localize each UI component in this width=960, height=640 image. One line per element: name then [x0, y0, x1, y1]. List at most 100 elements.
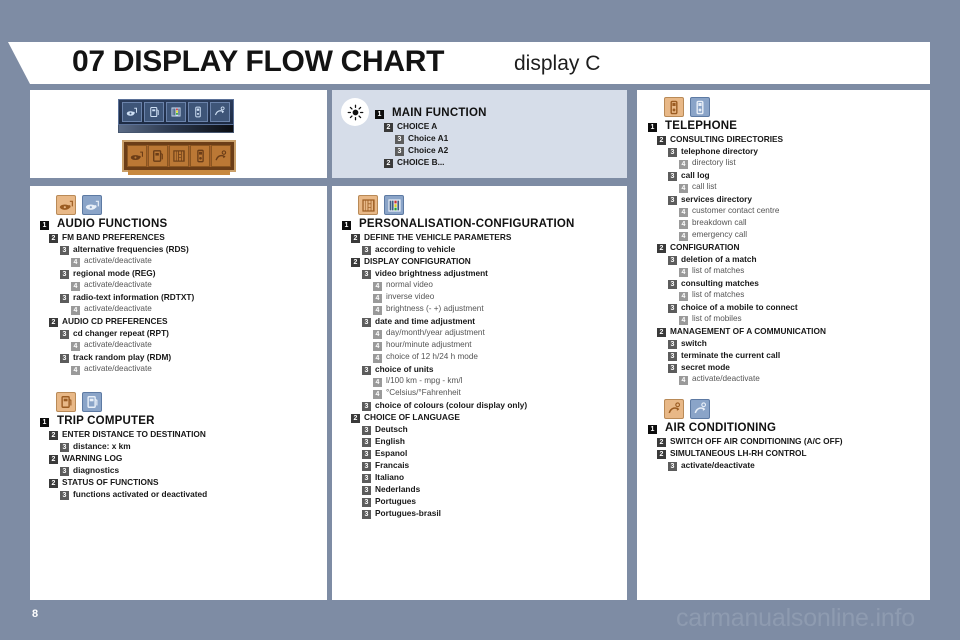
tree-item-label: radio-text information (RDTXT): [73, 291, 195, 302]
tree-item-level-4: 4 customer contact centre: [679, 206, 928, 217]
page-subtitle: display C: [514, 52, 601, 75]
tree-item-level-4: 4 l/100 km - mpg - km/l: [373, 376, 627, 387]
tree-item-label: choice of colours (colour display only): [375, 399, 528, 410]
section-air-conditioning: 1 AIR CONDITIONING 2 SWITCH OFF AIR CONDITI…: [648, 399, 928, 471]
tree-item-level-3: 3 Portugues-brasil: [362, 508, 627, 519]
tree-item-level-3: 3 switch: [668, 338, 928, 349]
air-conditioning-icon-pair: [664, 399, 928, 419]
tree-item-level-2: 2 SIMULTANEOUS LH-RH CONTROL: [657, 448, 928, 459]
tree-item-level-3: 3 telephone directory: [668, 145, 928, 157]
level-badge-3: 3: [668, 255, 677, 265]
level-badge-3: 3: [60, 442, 69, 452]
tree-item-level-2: 2 CHOICE OF LANGUAGE: [351, 412, 627, 423]
level-badge-1: 1: [40, 418, 49, 427]
tree-item-level-3: 3 regional mode (REG): [60, 268, 320, 279]
tree-item-label: activate/deactivate: [84, 339, 152, 349]
tree-item-label: FM BAND PREFERENCES: [62, 231, 165, 242]
tree-item-level-1: 1 AUDIO FUNCTIONS: [40, 218, 320, 231]
tree-item-label: choice of 12 h/24 h mode: [386, 351, 478, 361]
tree-item-level-3: 3 Portugues: [362, 496, 627, 507]
tree-item-level-2: 2 WARNING LOG: [49, 453, 320, 464]
page-header-band: 07 DISPLAY FLOW CHART display C: [8, 42, 930, 84]
tree-item-label: Deutsch: [375, 423, 408, 434]
tree-item-level-3: 3 choice of units: [362, 364, 627, 375]
tree-item-label: CHOICE B...: [397, 156, 445, 167]
tree-item-level-3: 3 according to vehicle: [362, 244, 627, 255]
tree-item-label: day/month/year adjustment: [386, 327, 485, 337]
tree-item-level-3: 3 track random play (RDM): [60, 351, 320, 363]
screen-personalisation-icon: [166, 102, 186, 122]
tree-item-level-4: 4 hour/minute adjustment: [373, 340, 627, 351]
tree-item-level-3: 3 deletion of a match: [668, 254, 928, 265]
level-badge-2: 2: [49, 317, 58, 327]
tree-item-level-4: 4 activate/deactivate: [71, 303, 320, 315]
level-badge-3: 3: [362, 317, 371, 327]
level-badge-3: 3: [60, 329, 69, 339]
tree-item-level-3: 3 Italiano: [362, 471, 627, 483]
level-badge-4: 4: [71, 341, 80, 351]
tree-item-label: activate/deactivate: [84, 303, 152, 313]
level-badge-4: 4: [373, 329, 382, 339]
tree-item-label: choice of a mobile to connect: [681, 301, 798, 312]
tree-item-level-4: 4 normal video: [373, 280, 627, 291]
level-badge-4: 4: [71, 305, 80, 315]
level-badge-2: 2: [657, 135, 666, 145]
tree-item-level-4: 4 °Celsius/°Fahrenheit: [373, 388, 627, 399]
tree-item-level-3: 3 consulting matches: [668, 278, 928, 289]
air-conditioning-icon-blue: [690, 399, 710, 419]
tree-item-level-4: 4 activate/deactivate: [71, 339, 320, 351]
level-badge-3: 3: [362, 401, 371, 411]
tree-item-label: Italiano: [375, 471, 405, 482]
tree-item-level-3: 3 activate/deactivate: [668, 460, 928, 471]
tree-item-level-3: 3 distance: x km: [60, 440, 320, 452]
level-badge-3: 3: [395, 134, 404, 144]
tree-item-label: MAIN FUNCTION: [392, 107, 487, 119]
trip-computer-icon-pair: [56, 392, 320, 412]
tree-item-level-3: 3 diagnostics: [60, 465, 320, 476]
level-badge-2: 2: [657, 449, 666, 459]
section-trip-computer: 1 TRIP COMPUTER 2 ENTER DISTANCE TO DESTINA…: [40, 392, 320, 500]
tree-item-level-4: 4 list of matches: [679, 290, 928, 301]
tree-item-label: distance: x km: [73, 440, 131, 451]
legend-tree: 1 MAIN FUNCTION 2 CHOICE A 3 Choice A1 3 Choice…: [375, 107, 615, 168]
tree-item-label: telephone directory: [681, 145, 758, 156]
level-badge-4: 4: [373, 341, 382, 351]
tree-item-level-3: 3 alternative frequencies (RDS): [60, 243, 320, 255]
tree-item-label: activate/deactivate: [84, 255, 152, 265]
level-badge-3: 3: [362, 269, 371, 279]
level-badge-3: 3: [362, 473, 371, 483]
tree-item-label: call log: [681, 169, 710, 180]
tree-item-label: list of mobiles: [692, 313, 742, 323]
tree-item-label: activate/deactivate: [84, 279, 152, 289]
tree-item-label: alternative frequencies (RDS): [73, 243, 189, 254]
level-badge-3: 3: [668, 339, 677, 349]
telephone-icon-pair: [664, 97, 928, 117]
tree-item-level-3: 3 terminate the current call: [668, 350, 928, 361]
level-badge-3: 3: [60, 245, 69, 255]
level-badge-3: 3: [362, 509, 371, 519]
tree-item-label: Espanol: [375, 447, 408, 458]
tree-item-level-3: 3 Deutsch: [362, 423, 627, 435]
level-badge-4: 4: [679, 291, 688, 301]
tree-item-level-3: 3 Nederlands: [362, 484, 627, 495]
audio-icon-tan: [56, 195, 76, 215]
tree-item-label: video brightness adjustment: [375, 267, 488, 278]
level-badge-3: 3: [362, 461, 371, 471]
tree-item-level-3: 3 date and time adjustment: [362, 315, 627, 327]
telephone-tree: 1 TELEPHONE 2 CONSULTING DIRECTORIES 3 teleph…: [648, 120, 928, 385]
level-badge-3: 3: [668, 303, 677, 313]
screen-air-conditioning-icon: [210, 102, 230, 122]
level-badge-3: 3: [668, 195, 677, 205]
tree-item-label: date and time adjustment: [375, 315, 476, 326]
tree-item-label: ENTER DISTANCE TO DESTINATION: [62, 428, 206, 439]
level-badge-4: 4: [679, 315, 688, 325]
level-badge-4: 4: [373, 353, 382, 363]
tree-item-label: Choice A1: [408, 132, 449, 143]
tree-item-level-1: 1 TRIP COMPUTER: [40, 415, 320, 428]
level-badge-4: 4: [679, 219, 688, 229]
tree-item-label: call list: [692, 181, 717, 191]
tree-item-label: TELEPHONE: [665, 120, 738, 132]
tan-display-base: [128, 170, 230, 175]
tree-item-label: track random play (RDM): [73, 351, 172, 362]
level-badge-4: 4: [373, 389, 382, 399]
